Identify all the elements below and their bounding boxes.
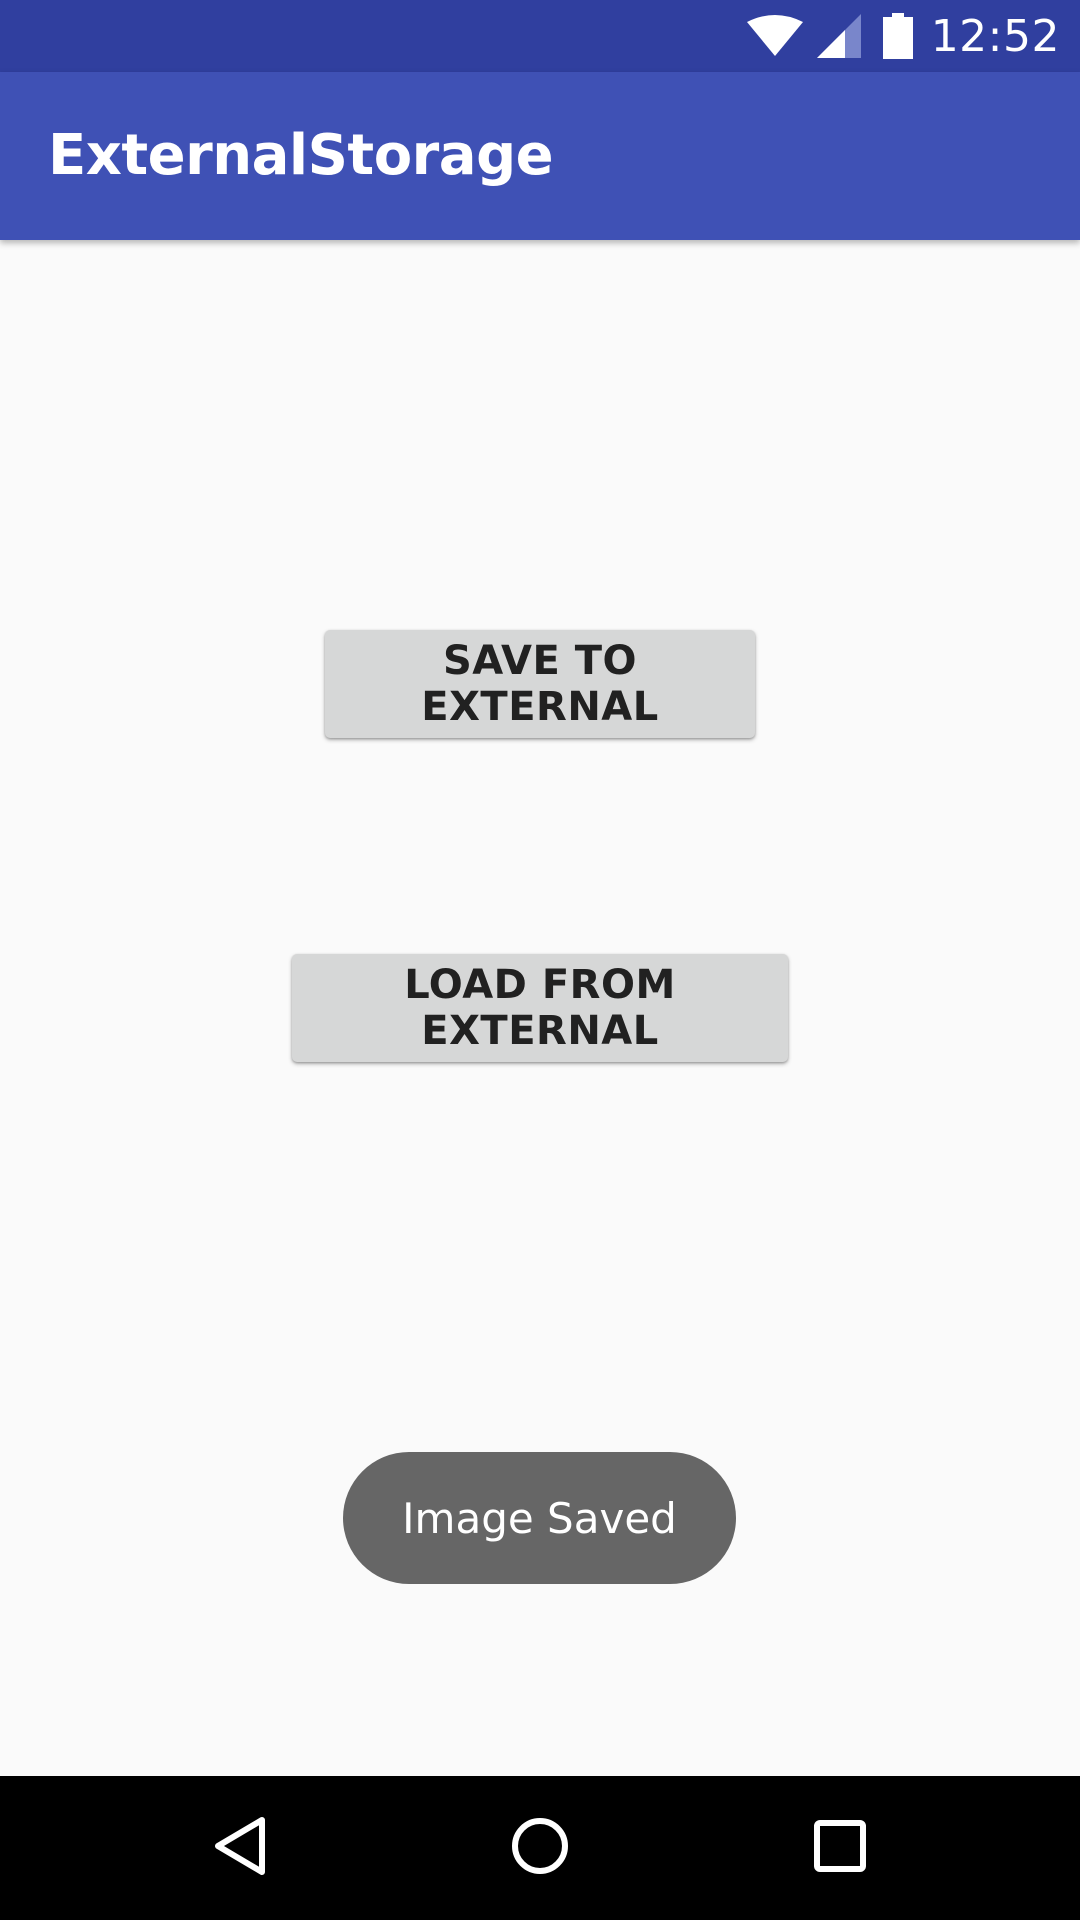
save-to-external-button[interactable]: SAVE TO EXTERNAL (325, 630, 755, 738)
toast-message: Image Saved (402, 1493, 677, 1543)
screen: 12:52 ExternalStorage SAVE TO EXTERNAL L… (0, 0, 1080, 1920)
app-bar: ExternalStorage (0, 72, 1080, 240)
navigation-bar (0, 1776, 1080, 1920)
status-bar: 12:52 (0, 0, 1080, 72)
load-from-external-button[interactable]: LOAD FROM EXTERNAL (292, 954, 788, 1062)
status-icons: 12:52 (746, 0, 1060, 72)
toast: Image Saved (343, 1452, 736, 1584)
app-title: ExternalStorage (48, 123, 554, 188)
recents-button[interactable] (760, 1776, 920, 1920)
recents-icon (812, 1818, 868, 1879)
back-icon (212, 1816, 268, 1881)
signal-icon (816, 14, 861, 58)
home-button[interactable] (460, 1776, 620, 1920)
wifi-icon (746, 14, 803, 58)
back-button[interactable] (160, 1776, 320, 1920)
battery-icon (882, 13, 913, 59)
home-icon (510, 1816, 570, 1881)
status-clock: 12:52 (930, 10, 1060, 62)
